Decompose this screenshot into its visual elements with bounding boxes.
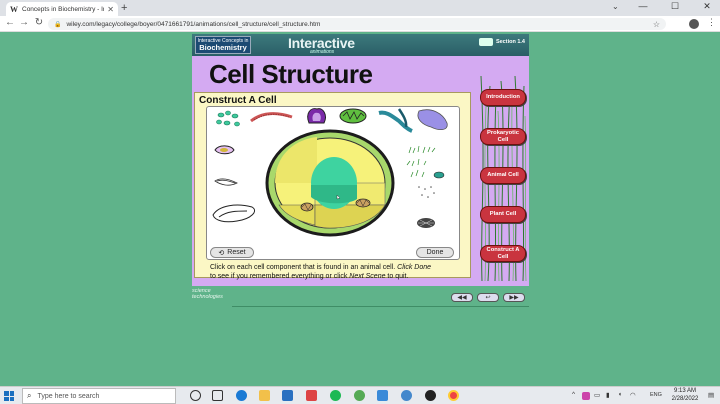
reset-arrow-icon: ⟲ bbox=[218, 249, 225, 257]
minimize-button[interactable]: — bbox=[632, 1, 654, 11]
address-bar: ← → ↻ 🔒 wiley.com/legacy/college/boyer/0… bbox=[0, 16, 720, 32]
placed-organelle-2 bbox=[355, 198, 371, 208]
lock-icon: 🔒 bbox=[54, 21, 62, 28]
animations-subheading: animations bbox=[310, 49, 335, 55]
cell-wall-strand-component[interactable] bbox=[214, 178, 238, 186]
more-menu-icon[interactable]: ⋮ bbox=[707, 17, 716, 28]
volume-icon[interactable]: ◖ bbox=[618, 391, 622, 398]
spotify-icon[interactable] bbox=[330, 390, 341, 401]
placed-organelle-1 bbox=[300, 202, 314, 212]
clock-time: 9:13 AM bbox=[673, 388, 696, 394]
url-field[interactable]: 🔒 wiley.com/legacy/college/boyer/0471661… bbox=[48, 18, 666, 30]
cytoskeleton-component[interactable] bbox=[406, 145, 436, 178]
ribosome-chain-component[interactable] bbox=[250, 112, 293, 123]
cell-workspace: ⟲ Reset Done bbox=[206, 106, 460, 260]
task-view-icon[interactable] bbox=[212, 390, 223, 401]
maximize-button[interactable]: ☐ bbox=[664, 1, 686, 12]
chloroplast-component[interactable] bbox=[214, 145, 235, 155]
tab-search-icon[interactable]: ⌄ bbox=[612, 2, 619, 11]
prokaryotic-cell-button[interactable]: Prokaryotic Cell bbox=[480, 128, 526, 145]
instructions-text: Click on each cell component that is fou… bbox=[210, 263, 468, 281]
cortana-icon[interactable] bbox=[190, 390, 201, 401]
file-explorer-icon[interactable] bbox=[259, 390, 270, 401]
instr-part-2: to see if you remembered everything or c… bbox=[210, 273, 350, 280]
instr-next-scene: Next Scene bbox=[349, 273, 386, 280]
network-icon[interactable]: ▭ bbox=[594, 391, 600, 399]
vacuole-component[interactable] bbox=[417, 109, 448, 131]
replay-button[interactable]: ↩ bbox=[477, 293, 499, 302]
wiley-favicon-icon: W bbox=[10, 4, 18, 14]
purple-lysosome-component[interactable] bbox=[307, 108, 326, 124]
notifications-icon[interactable]: ▤ bbox=[708, 391, 714, 399]
mitochondrion-component[interactable] bbox=[339, 108, 367, 124]
reload-icon[interactable]: ↻ bbox=[33, 17, 45, 28]
reset-label: Reset bbox=[227, 249, 246, 256]
instr-part-3: to quit. bbox=[385, 273, 409, 280]
section-text: Section 1.4 bbox=[495, 39, 525, 45]
bookmark-star-icon[interactable]: ☆ bbox=[653, 20, 660, 29]
previous-scene-button[interactable]: ◀◀ bbox=[451, 293, 473, 302]
tab-title: Concepts in Biochemistry - Intera bbox=[22, 5, 104, 13]
construct-panel: Construct A Cell ⟲ Reset Done bbox=[194, 92, 471, 278]
tab-close-icon[interactable]: ✕ bbox=[107, 5, 114, 14]
back-icon[interactable]: ← bbox=[4, 17, 16, 28]
wifi-icon[interactable]: ◠ bbox=[630, 391, 636, 399]
book-logo: Interactive Concepts in Biochemistry bbox=[195, 36, 251, 54]
next-scene-button[interactable]: ▶▶ bbox=[503, 293, 525, 302]
section-label: Section 1.4 bbox=[478, 38, 525, 46]
app-icon-green[interactable] bbox=[354, 390, 365, 401]
golgi-component[interactable] bbox=[378, 108, 413, 133]
construct-a-cell-button[interactable]: Construct A Cell bbox=[480, 245, 526, 262]
app-header: Interactive Concepts in Biochemistry Int… bbox=[192, 34, 529, 56]
book-icon bbox=[478, 38, 493, 46]
tray-chevron-icon[interactable]: ^ bbox=[572, 391, 575, 398]
new-tab-button[interactable]: + bbox=[121, 2, 127, 14]
book-logo-big: Biochemistry bbox=[199, 42, 247, 52]
app-icon-globe[interactable] bbox=[401, 390, 412, 401]
panel-title: Construct A Cell bbox=[199, 95, 277, 106]
app-icon-dark[interactable] bbox=[425, 390, 436, 401]
profile-avatar[interactable] bbox=[689, 19, 699, 29]
app-icon-blue[interactable] bbox=[377, 390, 388, 401]
science-technologies-logo: science technologies bbox=[192, 288, 223, 300]
flagellum-component[interactable] bbox=[212, 204, 256, 223]
clock[interactable]: 9:13 AM 2/28/2022 bbox=[665, 388, 705, 403]
taskbar: ⌕ Type here to search ^ ▭ ▮ ◖ ◠ ENG 9:13… bbox=[0, 386, 720, 404]
footer-divider bbox=[232, 306, 529, 307]
search-icon: ⌕ bbox=[27, 391, 32, 400]
search-placeholder: Type here to search bbox=[37, 392, 100, 400]
animation-stage: Cell Structure Introduction Prokaryotic … bbox=[192, 56, 529, 286]
store-icon[interactable] bbox=[282, 390, 293, 401]
animal-cell-button[interactable]: Animal Cell bbox=[480, 167, 526, 184]
instr-part-1: Click on each cell component that is fou… bbox=[210, 264, 398, 271]
forward-icon[interactable]: → bbox=[18, 17, 30, 28]
microtubule-dots-component[interactable] bbox=[418, 186, 435, 198]
windows-start-icon[interactable] bbox=[4, 391, 14, 401]
page-title: Cell Structure bbox=[209, 59, 373, 89]
app-icon-red[interactable] bbox=[306, 390, 317, 401]
chrome-icon[interactable] bbox=[448, 390, 459, 401]
microphone-icon[interactable]: ▮ bbox=[606, 391, 610, 399]
done-button[interactable]: Done bbox=[416, 247, 454, 258]
close-window-button[interactable]: ✕ bbox=[696, 1, 718, 12]
language-indicator[interactable]: ENG bbox=[650, 392, 662, 398]
url-text: wiley.com/legacy/college/boyer/047166179… bbox=[66, 20, 321, 28]
instr-done: Click Done bbox=[397, 264, 432, 271]
reset-button[interactable]: ⟲ Reset bbox=[210, 247, 254, 258]
centriole-component[interactable] bbox=[433, 171, 445, 179]
edge-icon[interactable] bbox=[236, 390, 247, 401]
taskbar-search-input[interactable]: ⌕ Type here to search bbox=[22, 388, 176, 404]
browser-tab[interactable]: W Concepts in Biochemistry - Intera ✕ bbox=[6, 2, 118, 16]
app-footer: science technologies ◀◀ ↩ ▶▶ bbox=[192, 288, 529, 308]
introduction-button[interactable]: Introduction bbox=[480, 89, 526, 106]
tab-bar: W Concepts in Biochemistry - Intera ✕ + … bbox=[0, 0, 720, 16]
plant-cell-button[interactable]: Plant Cell bbox=[480, 206, 526, 223]
clock-date: 2/28/2022 bbox=[671, 395, 699, 402]
small-vesicles-component[interactable] bbox=[216, 110, 240, 127]
ribosome-cluster-component[interactable] bbox=[417, 218, 435, 228]
animal-cell bbox=[265, 129, 395, 237]
tray-app-icon[interactable] bbox=[582, 392, 590, 400]
